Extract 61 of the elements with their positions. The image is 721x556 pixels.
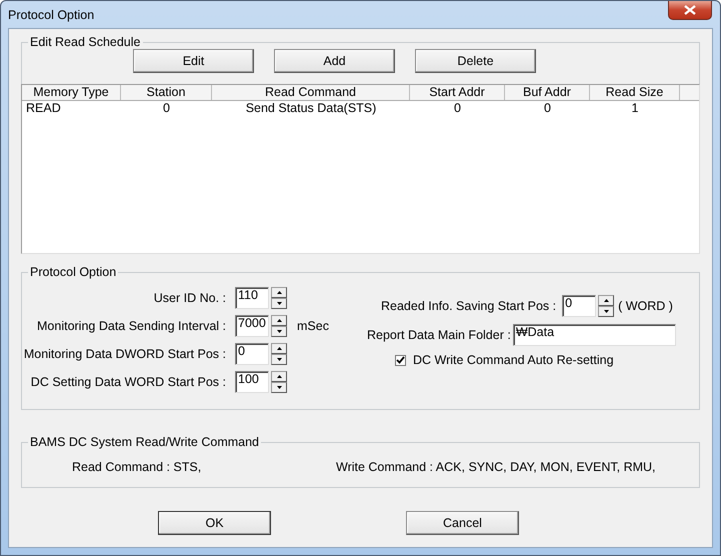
dialog-button[interactable]: OK <box>158 511 271 535</box>
field-label: Report Data Main Folder : <box>367 328 511 342</box>
schedule-button[interactable]: Edit <box>133 49 254 73</box>
down-arrow-icon <box>276 358 282 361</box>
spin-up-button[interactable] <box>271 343 287 354</box>
up-arrow-icon <box>276 347 282 350</box>
group-label: Protocol Option <box>30 265 116 279</box>
field-label: Monitoring Data Sending Interval : <box>36 319 227 333</box>
write-command-text: Write Command : ACK, SYNC, DAY, MON, EVENT, RMU, <box>336 460 656 474</box>
column-header[interactable]: Station <box>121 85 212 100</box>
table-cell-text: 1 <box>630 101 640 115</box>
field-label: DC Setting Data WORD Start Pos : <box>30 375 227 389</box>
number-field[interactable]: 7000 <box>235 315 269 337</box>
dialog-button[interactable]: Cancel <box>406 511 519 535</box>
unit-label: ( WORD ) <box>618 299 673 313</box>
number-field[interactable]: 100 <box>235 371 269 393</box>
column-header[interactable]: Read Size <box>590 85 680 100</box>
number-field[interactable]: 0 <box>562 295 596 317</box>
down-arrow-icon <box>276 330 282 333</box>
column-header[interactable]: Read Command <box>212 85 410 100</box>
down-arrow-icon <box>276 386 282 389</box>
spin-down-button[interactable] <box>271 354 287 365</box>
spin-up-button[interactable] <box>271 315 287 326</box>
checkbox[interactable] <box>395 354 406 366</box>
close-icon <box>684 5 696 15</box>
table-cell-text: 0 <box>543 101 552 115</box>
close-button[interactable] <box>668 1 712 20</box>
up-arrow-icon <box>276 291 282 294</box>
column-header[interactable]: Start Addr <box>410 85 505 100</box>
up-arrow-icon <box>604 299 609 302</box>
checkbox-label: DC Write Command Auto Re-setting <box>413 353 614 367</box>
spin-down-button[interactable] <box>271 382 287 393</box>
spin-down-button[interactable] <box>271 298 287 309</box>
field-label: Readed Info. Saving Start Pos : <box>381 299 556 313</box>
schedule-button[interactable]: Add <box>274 49 395 73</box>
table-cell-text: READ <box>25 101 62 115</box>
folder-field[interactable]: ₩Data <box>512 324 676 346</box>
up-arrow-icon <box>276 319 282 322</box>
down-arrow-icon <box>604 310 609 313</box>
down-arrow-icon <box>276 302 282 305</box>
group-label: Edit Read Schedule <box>30 35 140 49</box>
field-label: Monitoring Data DWORD Start Pos : <box>22 347 227 361</box>
spin-up-button[interactable] <box>271 371 287 382</box>
field-label: User ID No. : <box>152 291 227 305</box>
table-cell-text: 0 <box>162 101 171 115</box>
schedule-button[interactable]: Delete <box>415 49 536 73</box>
up-arrow-icon <box>276 375 282 378</box>
spin-down-button[interactable] <box>271 326 287 337</box>
read-command-text: Read Command : STS, <box>72 460 202 474</box>
spin-up-button[interactable] <box>598 295 614 306</box>
window-title: Protocol Option <box>8 8 94 22</box>
spin-up-button[interactable] <box>271 287 287 298</box>
column-header[interactable]: Memory Type <box>22 85 121 100</box>
number-field[interactable]: 0 <box>235 343 269 365</box>
unit-label: mSec <box>297 319 329 333</box>
column-header[interactable]: Buf Addr <box>505 85 590 100</box>
table-cell-text: 0 <box>453 101 462 115</box>
spin-down-button[interactable] <box>598 306 614 317</box>
table-cell-text: Send Status Data(STS) <box>244 101 378 115</box>
number-field[interactable]: 110 <box>235 287 269 309</box>
group-label: BAMS DC System Read/Write Command <box>30 435 259 449</box>
